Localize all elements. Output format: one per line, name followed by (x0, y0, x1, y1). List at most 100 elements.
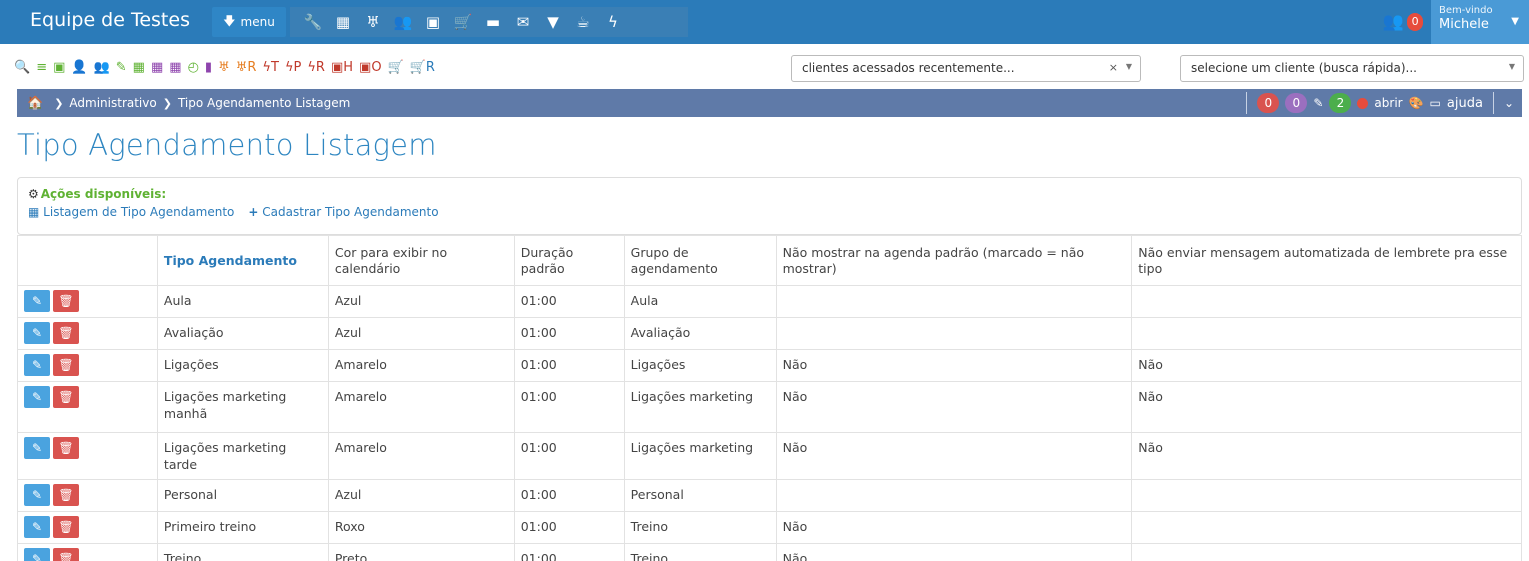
help-link[interactable]: ajuda (1447, 96, 1483, 111)
calendar-shortcut[interactable]: ▦ (133, 60, 145, 75)
money-h-shortcut[interactable]: ▣H (331, 60, 353, 75)
pencil-shortcut[interactable]: ✎ (116, 60, 127, 75)
delete-button[interactable]: 🗑 (53, 290, 79, 312)
trash-icon: 🗑 (58, 294, 74, 308)
delete-button[interactable]: 🗑 (53, 516, 79, 538)
cell-cor: Roxo (327, 511, 515, 544)
cell-duracao: 01:00 (513, 511, 625, 544)
trash-icon: 🗑 (58, 390, 74, 404)
header-grupo[interactable]: Grupo de agendamento (623, 235, 777, 286)
delete-button[interactable]: 🗑 (53, 437, 79, 459)
delete-button[interactable]: 🗑 (53, 322, 79, 344)
money-icon[interactable]: ▣ (418, 7, 448, 37)
users-icon[interactable]: 👥 (388, 7, 418, 37)
breadcrumb-item-administrativo[interactable]: Administrativo (69, 96, 156, 110)
laptop-icon[interactable]: ▭ (1430, 96, 1441, 110)
clock-shortcut[interactable]: ◴ (188, 60, 199, 75)
client-search-select[interactable]: selecione um cliente (busca rápida)... ▼ (1180, 55, 1524, 82)
edit-icon: ✎ (31, 294, 43, 308)
user-shortcut[interactable]: 👤 (71, 60, 87, 75)
home-icon[interactable]: 🏠 (27, 96, 43, 111)
list-shortcut[interactable]: ≡ (36, 60, 47, 75)
header-duracao[interactable]: Duração padrão (513, 235, 625, 286)
divider (1492, 92, 1494, 114)
cell-grupo: Aula (623, 285, 777, 318)
bolt-t-shortcut[interactable]: ϟT (262, 60, 279, 75)
table-row: ✎ 🗑 Ligações marketing manhã Amarelo 01:00 Li… (17, 381, 1522, 433)
cell-grupo: Ligações (623, 349, 777, 382)
brand-title[interactable]: Equipe de Testes (30, 9, 190, 31)
calendar-icon[interactable]: ▦ (328, 7, 358, 37)
stethoscope-icon[interactable]: ♅ (358, 7, 388, 37)
delete-button[interactable]: 🗑 (53, 386, 79, 408)
search-shortcut[interactable]: 🔍 (14, 60, 30, 75)
calendar-purple-shortcut[interactable]: ▦ (151, 60, 163, 75)
table-row: ✎ 🗑 Ligações Amarelo 01:00 Ligações Não Não (17, 349, 1522, 382)
calendar-purple2-shortcut[interactable]: ▦ (169, 60, 181, 75)
breadcrumb: 🏠 ❯ Administrativo ❯ Tipo Agendamento Li… (17, 89, 1522, 117)
header-nao-mostrar[interactable]: Não mostrar na agenda padrão (marcado = … (775, 235, 1133, 286)
delete-button[interactable]: 🗑 (53, 484, 79, 506)
stethoscope-r-shortcut[interactable]: ♅R (236, 60, 257, 75)
cart-r-shortcut[interactable]: 🛒R (410, 60, 435, 75)
envelope-icon[interactable]: ✉ (508, 7, 538, 37)
cart-icon[interactable]: 🛒 (448, 7, 478, 37)
clear-icon[interactable]: × (1109, 61, 1118, 74)
coffee-icon[interactable]: ☕ (568, 7, 598, 37)
user-menu[interactable]: Bem-vindo Michele ▼ (1431, 0, 1529, 44)
edit-button[interactable]: ✎ (24, 437, 50, 459)
bolt-p-shortcut[interactable]: ϟP (285, 60, 301, 75)
list-link[interactable]: ▦ Listagem de Tipo Agendamento (28, 205, 234, 219)
create-link[interactable]: + Cadastrar Tipo Agendamento (248, 205, 438, 219)
row-actions: ✎ 🗑 (17, 285, 158, 318)
delete-button[interactable]: 🗑 (53, 548, 79, 561)
cell-cor: Amarelo (327, 381, 515, 433)
bolt-icon[interactable]: ϟ (598, 7, 628, 37)
header-nao-enviar[interactable]: Não enviar mensagem automatizada de lemb… (1131, 235, 1522, 286)
table-row: ✎ 🗑 Aula Azul 01:00 Aula (17, 285, 1522, 318)
cell-duracao: 01:00 (513, 317, 625, 350)
bolt-r-shortcut[interactable]: ϟR (307, 60, 325, 75)
pending-green-badge[interactable]: 2 (1329, 93, 1352, 113)
cell-duracao: 01:00 (513, 381, 625, 433)
cell-grupo: Treino (623, 543, 777, 561)
cell-tipo: Ligações (156, 349, 329, 382)
client-search-value: selecione um cliente (busca rápida)... (1191, 61, 1417, 75)
file-icon[interactable]: ▬ (478, 7, 508, 37)
pending-purple-badge[interactable]: 0 (1285, 93, 1308, 113)
filter-icon[interactable]: ▼ (538, 7, 568, 37)
edit-button[interactable]: ✎ (24, 354, 50, 376)
bookmark-shortcut[interactable]: ▮ (205, 60, 212, 75)
delete-button[interactable]: 🗑 (53, 354, 79, 376)
stethoscope-shortcut[interactable]: ♅ (218, 60, 230, 75)
header-actions (17, 235, 158, 286)
users-shortcut[interactable]: 👥 (94, 60, 110, 75)
money-o-shortcut[interactable]: ▣O (359, 60, 382, 75)
palette-icon[interactable]: 🎨 (1409, 96, 1424, 110)
pencil-icon[interactable]: ✎ (1313, 96, 1323, 110)
open-link[interactable]: abrir (1374, 96, 1402, 110)
chevron-right-icon: ❯ (54, 96, 64, 110)
table-icon: ▦ (28, 205, 40, 219)
pending-red-badge[interactable]: 0 (1257, 93, 1280, 113)
edit-button[interactable]: ✎ (24, 386, 50, 408)
cell-cor: Amarelo (327, 432, 515, 480)
recent-clients-select[interactable]: clientes acessados recentemente... × ▼ (791, 55, 1141, 82)
row-actions: ✎ 🗑 (17, 381, 158, 433)
online-users-button[interactable]: 👥 0 (1375, 0, 1431, 44)
edit-button[interactable]: ✎ (24, 322, 50, 344)
edit-button[interactable]: ✎ (24, 484, 50, 506)
edit-button[interactable]: ✎ (24, 290, 50, 312)
header-tipo[interactable]: Tipo Agendamento (156, 235, 329, 286)
cell-tipo: Aula (156, 285, 329, 318)
cart-shortcut[interactable]: 🛒 (388, 60, 404, 75)
edit-button[interactable]: ✎ (24, 548, 50, 561)
wrench-icon[interactable]: 🔧 (298, 7, 328, 37)
header-cor[interactable]: Cor para exibir no calendário (327, 235, 515, 286)
caret-down-icon: ▼ (1125, 62, 1132, 71)
money-shortcut[interactable]: ▣ (53, 60, 65, 75)
edit-button[interactable]: ✎ (24, 516, 50, 538)
menu-button[interactable]: 🡇 menu (212, 7, 286, 37)
chevron-down-icon[interactable]: ⌄ (1504, 96, 1514, 110)
cell-duracao: 01:00 (513, 349, 625, 382)
